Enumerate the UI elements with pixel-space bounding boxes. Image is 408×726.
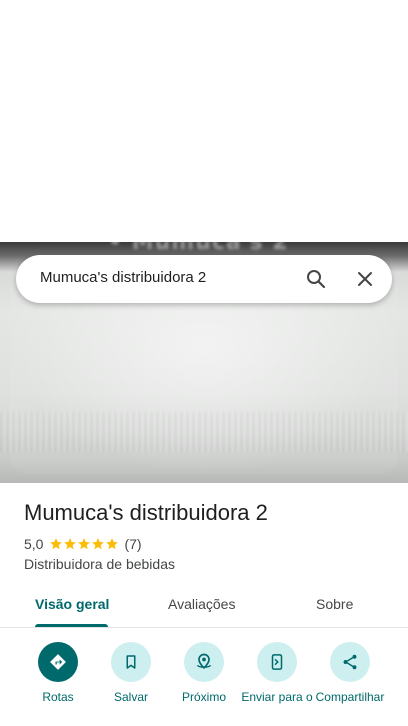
star-icon	[50, 538, 63, 550]
save-button[interactable]: Salvar	[91, 640, 171, 705]
share-label: Compartilhar	[315, 690, 385, 704]
rating-value: 5,0	[24, 536, 44, 552]
blank-map-area	[0, 0, 408, 242]
search-bar[interactable]: Mumuca's distribuidora 2	[16, 255, 392, 303]
nearby-label: Próximo	[181, 690, 226, 704]
bookmark-icon	[111, 642, 151, 682]
star-rating	[49, 537, 119, 551]
nearby-icon	[184, 642, 224, 682]
tab-bar: Visão geral Avaliações Sobre	[0, 588, 408, 628]
nearby-button[interactable]: Próximo	[164, 640, 244, 705]
send-to-phone-icon	[257, 642, 297, 682]
close-icon[interactable]	[353, 267, 377, 291]
send-to-phone-label: Enviar para o	[241, 690, 313, 704]
star-icon	[64, 538, 77, 550]
directions-icon	[38, 642, 78, 682]
share-icon	[330, 642, 370, 682]
review-count: (7)	[124, 536, 142, 552]
save-label: Salvar	[113, 690, 148, 704]
share-button[interactable]: Compartilhar	[310, 640, 390, 705]
star-icon	[78, 538, 91, 550]
tab-about[interactable]: Sobre	[316, 596, 353, 612]
photo-blurred-sign: • Mumuca's 2	[108, 242, 289, 255]
active-tab-indicator	[35, 624, 108, 627]
place-category: Distribuidora de bebidas	[24, 556, 175, 572]
rating-row[interactable]: 5,0 (7)	[24, 536, 142, 552]
place-title: Mumuca's distribuidora 2	[24, 500, 268, 525]
photo-shelf	[0, 412, 408, 452]
tab-overview[interactable]: Visão geral	[35, 596, 109, 612]
search-input[interactable]: Mumuca's distribuidora 2	[40, 269, 206, 286]
tab-reviews[interactable]: Avaliações	[168, 596, 235, 612]
star-icon	[92, 538, 105, 550]
send-to-phone-button[interactable]: Enviar para o	[237, 640, 317, 705]
directions-label: Rotas	[42, 690, 74, 704]
directions-button[interactable]: Rotas	[18, 640, 98, 705]
star-icon	[106, 538, 119, 550]
search-icon[interactable]	[304, 267, 328, 291]
action-row: Rotas Salvar Próximo Enviar para o Compa…	[0, 640, 408, 726]
